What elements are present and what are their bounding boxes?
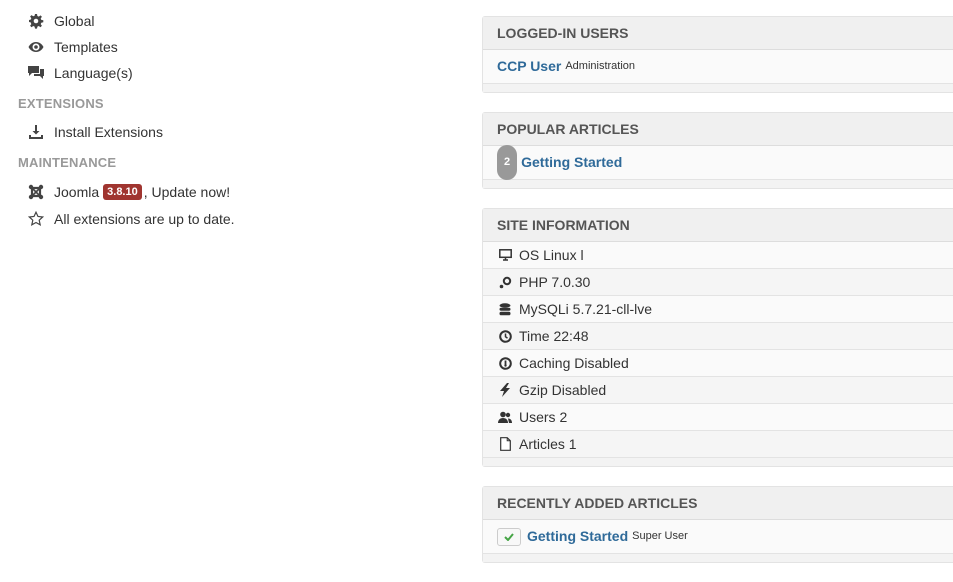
php-icon [497,276,513,289]
info-row-time: Time 22:48 [483,323,953,350]
extensions-status-text: All extensions are up to date. [54,211,235,227]
panel-footer [483,458,953,466]
sidebar: Global Templates Language(s) EXTENSIONS … [18,0,458,232]
extensions-heading: EXTENSIONS [18,96,104,111]
info-row-gzip: Gzip Disabled [483,377,953,404]
comments-icon [26,63,46,83]
info-text: MySQLi 5.7.21-cll-lve [519,301,653,317]
panel-title: LOGGED-IN USERS [483,17,953,50]
sidebar-item-templates[interactable]: Templates [18,34,458,60]
site-information-panel: SITE INFORMATION OS Linux l PHP 7.0.30 M… [482,208,953,467]
panel-title: SITE INFORMATION [483,209,953,242]
panel-title: POPULAR ARTICLES [483,113,953,146]
info-text: Articles 1 [519,436,577,452]
info-row-os: OS Linux l [483,242,953,269]
info-text: Gzip Disabled [519,382,607,398]
logged-in-users-panel: LOGGED-IN USERS CCP User Administration [482,16,953,93]
info-row-articles: Articles 1 [483,431,953,458]
list-item: Getting Started Super User [483,520,953,554]
list-item: CCP User Administration [483,50,953,84]
info-row-php: PHP 7.0.30 [483,269,953,296]
dashboard-panels: LOGGED-IN USERS CCP User Administration … [482,0,953,582]
star-icon [26,209,46,229]
joomla-label: Joomla [54,184,100,200]
version-badge: 3.8.10 [103,184,142,200]
database-icon [497,302,513,316]
info-row-database: MySQLi 5.7.21-cll-lve [483,296,953,323]
sidebar-item-languages[interactable]: Language(s) [18,60,458,86]
sidebar-item-label: Global [54,13,95,29]
extensions-status[interactable]: All extensions are up to date. [18,206,458,232]
info-text: OS Linux l [519,247,584,263]
sidebar-item-label: Language(s) [54,65,133,81]
panel-title: RECENTLY ADDED ARTICLES [483,487,953,520]
list-item: 2 Getting Started [483,145,953,180]
sidebar-item-label: Install Extensions [54,124,163,140]
info-text: Users 2 [519,409,568,425]
gear-icon [26,11,46,31]
sidebar-item-install-extensions[interactable]: Install Extensions [18,119,458,145]
panel-footer [483,180,953,188]
panel-footer [483,554,953,562]
published-toggle[interactable] [497,527,521,546]
monitor-icon [497,249,513,261]
update-now-text: , Update now! [143,184,231,200]
info-row-caching: Caching Disabled [483,350,953,377]
article-author: Super User [632,530,688,542]
lightning-icon [497,383,513,397]
users-icon [497,411,513,424]
panel-footer [483,84,953,92]
sidebar-item-label: Templates [54,39,118,55]
joomla-update-link[interactable]: Joomla 3.8.10 , Update now! [18,178,458,206]
joomla-icon [26,182,46,202]
recently-added-articles-panel: RECENTLY ADDED ARTICLES Getting Started … [482,486,953,563]
info-text: Time 22:48 [519,328,589,344]
hits-badge: 2 [497,145,518,180]
info-row-users: Users 2 [483,404,953,431]
dashboard-icon [497,356,513,370]
article-link[interactable]: Getting Started [521,146,622,179]
info-text: PHP 7.0.30 [519,274,591,290]
info-text: Caching Disabled [519,355,629,371]
check-icon [504,532,514,541]
download-icon [26,122,46,142]
clock-icon [497,329,513,343]
file-icon [497,437,513,451]
popular-articles-panel: POPULAR ARTICLES 2 Getting Started [482,112,953,189]
sidebar-item-global[interactable]: Global [18,8,458,34]
user-area: Administration [565,60,636,72]
maintenance-heading: MAINTENANCE [18,155,117,170]
article-link[interactable]: Getting Started [527,520,628,553]
eye-icon [26,37,46,57]
user-link[interactable]: CCP User [497,50,561,83]
